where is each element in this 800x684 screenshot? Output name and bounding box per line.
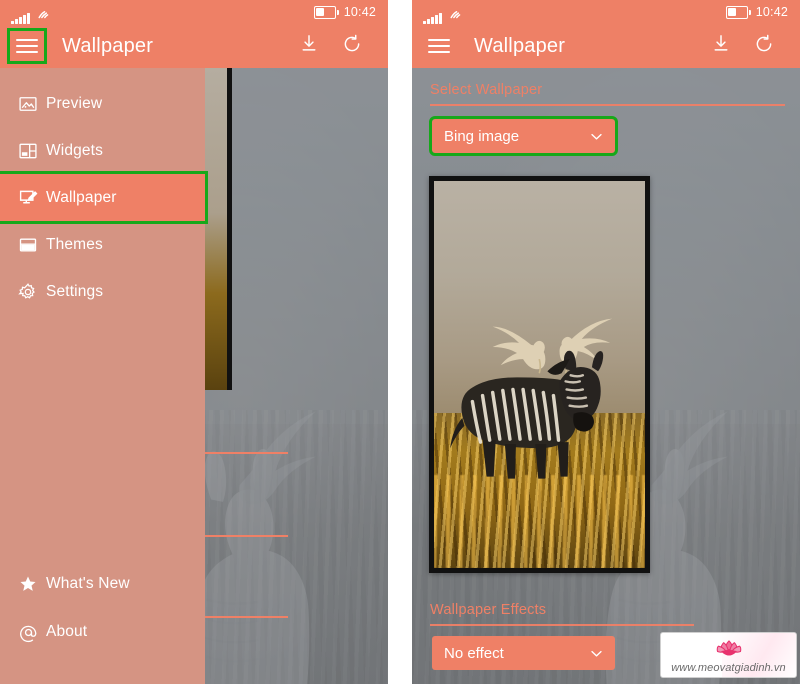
peek-preview-image [205, 68, 227, 390]
sidebar-item-label: Preview [46, 94, 103, 112]
status-bar-left: 10:42 [0, 0, 388, 24]
select-wallpaper-label: Select Wallpaper [430, 82, 543, 98]
refresh-icon[interactable] [342, 34, 362, 59]
wallpaper-effect-dropdown[interactable]: No effect [432, 636, 615, 670]
page-title: Wallpaper [62, 34, 154, 57]
sidebar-item-label: Wallpaper [46, 188, 117, 206]
background-rule-3 [205, 616, 288, 618]
page-title: Wallpaper [474, 34, 566, 57]
wifi-icon [37, 6, 53, 24]
download-icon[interactable] [300, 34, 318, 58]
app-bar-right: Wallpaper [412, 24, 800, 68]
panel-divider [388, 0, 412, 684]
wallpaper-source-dropdown[interactable]: Bing image [429, 116, 618, 156]
hamburger-menu-icon[interactable] [422, 31, 456, 61]
drawer-bottom-list: What's New About [0, 560, 205, 656]
wifi-icon [449, 6, 465, 24]
sidebar-item-settings[interactable]: Settings [0, 268, 205, 315]
wallpaper-source-value: Bing image [444, 127, 520, 145]
status-time: 10:42 [343, 5, 376, 19]
sidebar-item-label: What's New [46, 575, 130, 592]
sidebar-item-preview[interactable]: Preview [0, 80, 205, 127]
sidebar-item-themes[interactable]: Themes [0, 221, 205, 268]
hamburger-menu-icon[interactable] [7, 28, 47, 64]
app-bar-left: Wallpaper [0, 24, 388, 68]
wallpaper-effects-rule [430, 624, 694, 626]
status-bar-left-icons [0, 0, 53, 24]
widgets-icon [10, 141, 46, 161]
chevron-down-icon [590, 130, 603, 143]
status-time: 10:42 [755, 5, 788, 19]
sidebar-item-label: Themes [46, 235, 103, 253]
wallpaper-preview-card[interactable] [429, 176, 650, 573]
sidebar-item-widgets[interactable]: Widgets [0, 127, 205, 174]
screenshot-root: Preview Widgets Wallpaper Themes Setting… [0, 0, 800, 684]
wallpaper-effect-value: No effect [444, 644, 504, 662]
preview-zebra-and-egrets-art [438, 266, 641, 529]
sidebar-item-label: Widgets [46, 141, 104, 159]
star-icon [10, 574, 46, 594]
sidebar-item-label: About [46, 623, 88, 640]
battery-icon [313, 5, 339, 19]
drawer-content: Preview Widgets Wallpaper Themes Setting… [0, 0, 208, 684]
background-rule-1 [205, 452, 288, 454]
lotus-flower-icon [714, 639, 744, 661]
gear-icon [10, 282, 46, 302]
sidebar-item-about[interactable]: About [0, 608, 205, 656]
picture-icon [10, 94, 46, 114]
wallpaper-preview-image [434, 181, 645, 568]
right-phone-panel: Select Wallpaper Bing image Wallpaper Ef… [412, 0, 800, 684]
refresh-icon[interactable] [754, 34, 774, 59]
at-sign-icon [10, 622, 46, 643]
navigation-drawer: Preview Widgets Wallpaper Themes Setting… [0, 0, 208, 684]
signal-bars-icon [423, 13, 442, 24]
wallpaper-pen-icon [10, 187, 46, 208]
peek-preview-frame [227, 68, 232, 390]
watermark-url: www.meovatgiadinh.vn [671, 661, 786, 674]
select-wallpaper-rule [430, 104, 785, 106]
battery-icon [725, 5, 751, 19]
status-bar-left-icons [412, 0, 465, 24]
download-icon[interactable] [712, 34, 730, 58]
left-phone-panel: Preview Widgets Wallpaper Themes Setting… [0, 0, 388, 684]
sidebar-item-label: Settings [46, 282, 104, 300]
background-rule-2 [205, 535, 288, 537]
sidebar-item-whats-new[interactable]: What's New [0, 560, 205, 608]
status-bar-right: 10:42 [412, 0, 800, 24]
app-bar-actions-right [712, 34, 800, 59]
chevron-down-icon [590, 647, 603, 660]
app-bar-actions-left [300, 34, 388, 59]
sidebar-item-wallpaper[interactable]: Wallpaper [0, 171, 208, 224]
themes-window-icon [10, 235, 46, 255]
status-bar-right-icons: 10:42 [725, 5, 800, 19]
watermark-badge: www.meovatgiadinh.vn [660, 632, 797, 678]
drawer-nav-list: Preview Widgets Wallpaper Themes Setting… [0, 80, 208, 315]
wallpaper-effects-label: Wallpaper Effects [430, 602, 547, 618]
signal-bars-icon [11, 13, 30, 24]
status-bar-right-icons: 10:42 [313, 5, 388, 19]
